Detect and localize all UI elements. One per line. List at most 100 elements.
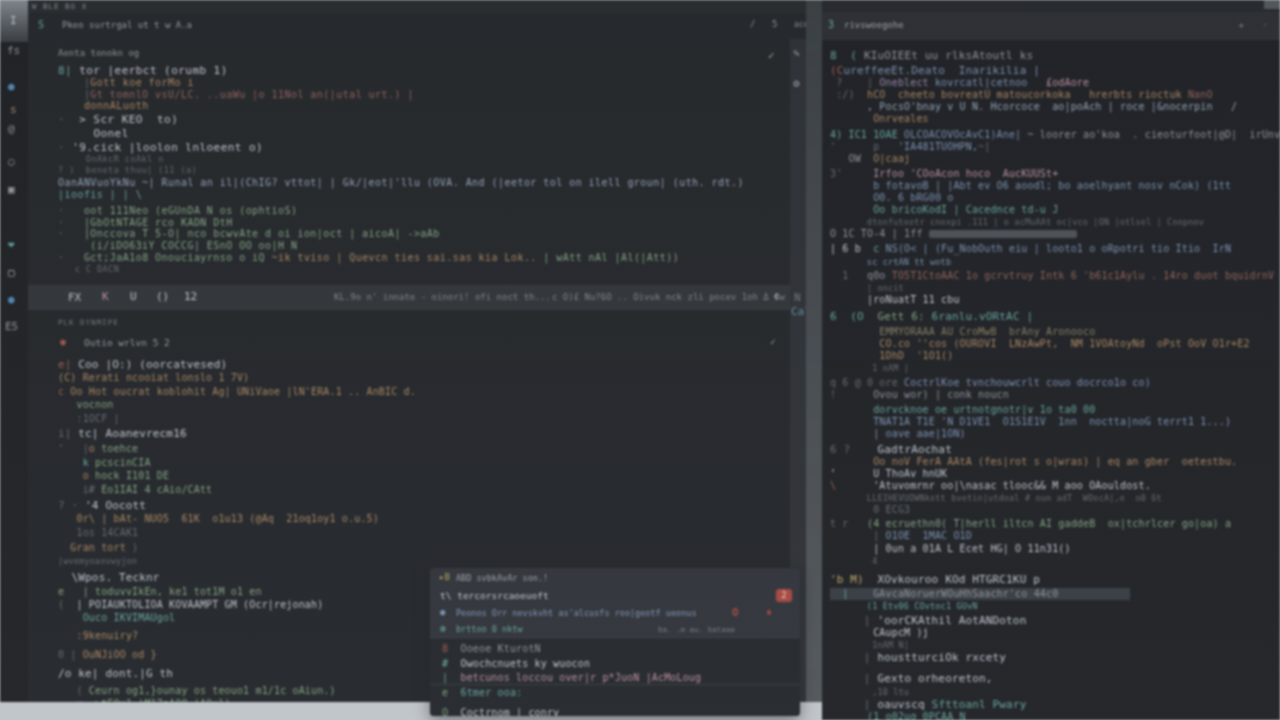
- popup-list[interactable]: 8 Ooeoe KturotN# Owochcnuets ky wuocon| …: [430, 637, 800, 716]
- code-line: ' U ThoAv hnUK: [830, 468, 1280, 480]
- code-line: (CureffeeEt.Deato Inarikilia |: [830, 65, 1280, 77]
- code-line: (1 Etv06 COvtoc1 GUvN: [830, 600, 1280, 612]
- new-tab-icon[interactable]: +: [1239, 20, 1244, 30]
- code-line: c Oo Hot oucrat koblohit Ag| UNiVaoe |lN…: [58, 385, 786, 398]
- tab-bar: 3 rivswoegohe + ·: [822, 12, 1280, 40]
- code-line: 4) IC1 1OAE OLCOACOVOcAvC1)Ane| ~ loorer…: [830, 129, 1280, 141]
- edit-icon[interactable]: ✎: [793, 47, 800, 60]
- panel-header: PLK DYNMIPE: [58, 318, 119, 327]
- code-line: · |Onccova T 5-O| nco bcwvAte d oi ion|o…: [58, 228, 786, 240]
- square-icon[interactable]: ▢: [8, 266, 15, 279]
- extensions-icon[interactable]: E5: [5, 320, 18, 333]
- check-icon[interactable]: ✓: [768, 49, 775, 62]
- gear-icon[interactable]: ⚙: [793, 77, 800, 90]
- paren-icon[interactable]: (): [156, 290, 169, 303]
- blue-dot-icon[interactable]: ●: [8, 293, 15, 306]
- code-line: o hock I101 DE: [58, 469, 786, 482]
- code-line: 4: [830, 555, 1280, 567]
- fx-icon[interactable]: FX: [68, 291, 81, 304]
- code-line: · |GbOtNTAGE rco KADN DtH: [58, 217, 786, 229]
- code-line: EMMYORAAA AU CroMwB brAny Aronooco: [830, 326, 1280, 338]
- code-line: 1DhD '1O1(): [830, 350, 1280, 362]
- code-line: | Gexto orheoreton,: [830, 673, 1280, 685]
- code-line: :/) hCO cheeto bovreatU matoucorkoka hre…: [830, 89, 1280, 101]
- code-line: ' |o toehce: [58, 442, 786, 455]
- u-icon[interactable]: U: [130, 290, 137, 303]
- code-line: t r (4 ecruethn0( T|herll iltcn AI gadde…: [830, 518, 1280, 530]
- code-line: 8 Ooeoe KturotN: [442, 642, 800, 657]
- app-logo-icon[interactable]: I: [10, 14, 17, 27]
- code-panel-top[interactable]: Aenta tonokn og 8| tor |eerbct (orumb 1)…: [28, 39, 790, 285]
- editor-toolbar: KL.9o n' innate - oinori! ofi noct th...…: [28, 285, 790, 310]
- menu-bar[interactable]: W BLE BO X: [28, 0, 806, 13]
- window-corner: [1264, 0, 1280, 9]
- code-line: e| Coo |O:) (oorcatvesed): [58, 358, 786, 371]
- collapse-chevron-icon[interactable]: ‹: [772, 288, 780, 303]
- code-line: donnALuoth: [58, 100, 786, 112]
- code-line: (1 o02uq 0PCAA N: [830, 711, 1280, 720]
- files-icon[interactable]: fs: [7, 44, 20, 57]
- code-line: i# Eo1IAI 4 cAio/CAtt: [58, 483, 786, 496]
- code-line: | 6 b c NS(O< | (Fu_NobOuth eiu | looto1…: [830, 243, 1280, 255]
- toolbar-text: KL.9o n' innate - oinori! ofi noct th...: [334, 292, 551, 302]
- code-line: 0r\ | bAt- NUO5 61K o1u13 (@Aq 21oq1oy1 …: [58, 512, 786, 525]
- error-circle-icon[interactable]: O: [732, 606, 739, 619]
- code-line: b fotavoB | |Abt ev O6 aoodl; bo aoelhya…: [830, 180, 1280, 192]
- code-line: ? | Oneblect kovrcatl|cetnoo £odAore: [830, 77, 1280, 89]
- code-line: |Gt tomnlO vsU/LC. ..uaWu |o 11Nol an(|u…: [58, 89, 786, 101]
- code-line: OanANVuoYkNu ~| Runal an il|(ChIG? vttot…: [58, 177, 786, 189]
- branch-icon: ◍: [440, 623, 445, 633]
- mention-icon[interactable]: @: [8, 122, 15, 135]
- title-strip: [822, 0, 1280, 12]
- blue-dot-icon[interactable]: ●: [8, 80, 15, 93]
- tab-title[interactable]: Pkeo surtrgal ut t w A.a: [62, 20, 192, 30]
- box-icon[interactable]: ▣: [8, 183, 15, 196]
- orange-icon[interactable]: s: [10, 103, 17, 116]
- code-line: | oncit: [830, 282, 1280, 294]
- code-line: e 6tmer ooa:: [442, 686, 800, 701]
- code-line: 1nAM N|: [830, 639, 1280, 651]
- tab-split-icon[interactable]: /: [750, 19, 755, 29]
- code-line: · oot 111Neo (eGUnDA N os (ophtioS): [58, 205, 786, 217]
- code-line: |Gott koe forMo i: [58, 77, 786, 89]
- heart-icon[interactable]: ❤: [8, 238, 15, 251]
- code-line: · > Scr KEO to): [58, 114, 786, 126]
- code-line: | houstturciOk rxcety: [830, 652, 1280, 664]
- code-line: Oonel: [58, 128, 786, 140]
- code-line: TNAT1A T1E 'N D1VE1 O1S1E1V 1nn noctta|n…: [830, 416, 1280, 428]
- code-line: OW O|caaj: [830, 153, 1280, 165]
- code-line: ' p 'IA481TUOHPN,~|: [830, 141, 1280, 153]
- code-line: dtonfuteotr cnoxpi .111 | o acMuAAt oc|v…: [830, 216, 1280, 228]
- tab-bar: S Pkeo surtrgal ut t w A.a / 5 ace: [28, 13, 806, 39]
- code-line: | O1OE 1MAC O1D: [830, 530, 1280, 542]
- code-line: ,10 ltu: [830, 686, 1280, 698]
- code-line: 0 ECG3: [830, 504, 1280, 516]
- code-line: · Gct;JaA1o8 Onouciayrnso o iQ ~ik tviso…: [58, 252, 786, 264]
- circle-icon[interactable]: ○: [8, 155, 15, 168]
- list-icon[interactable]: 12: [184, 290, 197, 303]
- code-line: 8 ( KIuOIEEt uu rlksAtoutl ks: [830, 50, 1280, 62]
- error-count-badge: 2: [776, 589, 792, 602]
- notification-popup[interactable]: ▸B ABD svbkAvAr son.! t\ tercorsrcaoeuof…: [430, 568, 800, 716]
- list-divider: [430, 684, 800, 685]
- code-line: , PocsO'bnay v U N. Hcorcoce ao|poAch | …: [830, 101, 1280, 113]
- more-icon[interactable]: ·: [1263, 20, 1268, 30]
- status-text: Outio wrlvn 5 2: [84, 337, 170, 348]
- code-line: | 'oorCKAthil AotANDoton: [830, 615, 1280, 627]
- code-line: 3' Irfoo 'COoAcon hoco AucKUUSt+: [830, 168, 1280, 180]
- code-line: O Coctrnom | conry: [442, 706, 800, 716]
- code-line: · '9.cick |loolon lnloeent o): [58, 142, 786, 154]
- code-line: (i/iDO63iY COCCG| ESnO OO oo|H N: [58, 240, 786, 252]
- tab-title[interactable]: rivswoegohe: [844, 20, 904, 30]
- k-icon[interactable]: K: [102, 290, 109, 303]
- code-line: q 6 @ 0 ore CoctrlKoe tvnchouwcrlt couo …: [830, 377, 1280, 389]
- code-line: 'b M) XOvkouroo KOd HTGRC1KU p: [830, 574, 1280, 586]
- error-bell-icon[interactable]: ♦: [766, 607, 772, 618]
- popup-header: ABD svbkAvAr son.!: [456, 573, 548, 583]
- tab-more-icon[interactable]: 5: [772, 19, 777, 29]
- popup-row4-text: brttoo 0 nktw: [456, 624, 523, 634]
- check-icon[interactable]: ✓: [770, 336, 776, 347]
- code-line: \ 'Atuvomrnr oo|\nasac tlooc&& M aoo OAo…: [830, 480, 1280, 492]
- toolbar-text-2: c O)£ Nu?6O .. Oivuk nck zli pocev 1oh Δ…: [552, 292, 785, 302]
- n-mark[interactable]: N: [794, 291, 801, 304]
